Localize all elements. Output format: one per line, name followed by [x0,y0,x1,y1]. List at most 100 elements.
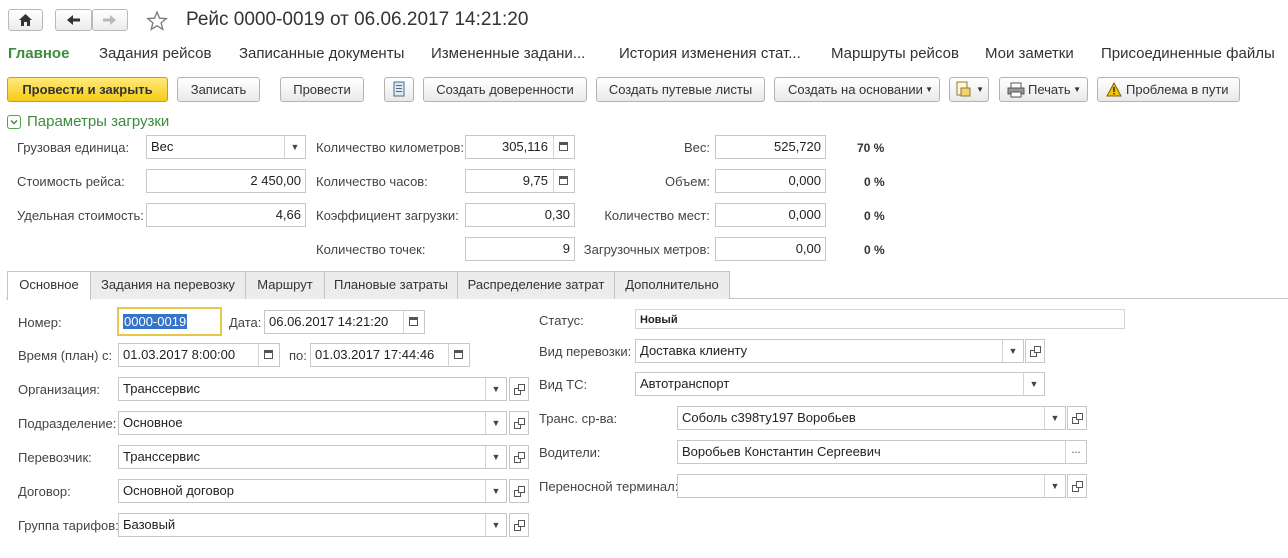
section-link-trip-routes[interactable]: Маршруты рейсов [831,45,959,62]
dropdown-arrow-icon[interactable]: ▼ [485,446,506,468]
drivers-value: Воробьев Константин Сергеевич [682,444,881,459]
calendar-icon[interactable] [258,344,279,366]
tab-main[interactable]: Основное [7,271,91,300]
points-field[interactable]: 9 [465,237,575,261]
open-carrier-button[interactable] [509,445,529,469]
load-meters-label: Загрузочных метров: [583,242,710,257]
trip-cost-field[interactable]: 2 450,00 [146,169,306,193]
section-link-changed-tasks[interactable]: Измененные задани... [431,45,585,62]
create-waybills-button[interactable]: Создать путевые листы [596,77,765,102]
vehicle-kind-label: Вид ТС: [539,377,588,392]
tab-additional[interactable]: Дополнительно [614,271,730,299]
dropdown-arrow-icon[interactable]: ▼ [1044,475,1065,497]
weight-field[interactable]: 525,720 [715,135,826,159]
section-link-status-history[interactable]: История изменения стат... [619,45,801,62]
open-department-button[interactable] [509,411,529,435]
document-list-button[interactable] [384,77,414,102]
open-tariff-group-button[interactable] [509,513,529,537]
time-from-field[interactable]: 01.03.2017 8:00:00 [118,343,280,367]
attachments-menu-button[interactable]: ▼ [949,77,989,102]
tariff-group-label: Группа тарифов: [18,518,119,533]
tab-cost-distribution[interactable]: Распределение затрат [457,271,615,299]
dropdown-arrow-icon[interactable]: ▼ [284,136,305,158]
post-button[interactable]: Провести [280,77,364,102]
cargo-unit-select[interactable]: Вес ▼ [146,135,306,159]
arrow-left-icon [67,15,80,25]
calendar-icon[interactable] [403,311,424,333]
load-meters-field[interactable]: 0,00 [715,237,826,261]
transport-kind-label: Вид перевозки: [539,344,632,359]
print-button[interactable]: Печать ▼ [999,77,1088,102]
tab-planned-costs[interactable]: Плановые затраты [324,271,458,299]
hours-field[interactable]: 9,75 [465,169,575,193]
tariff-group-select[interactable]: Базовый ▼ [118,513,507,537]
contract-value: Основной договор [123,483,234,498]
department-value: Основное [123,415,183,430]
volume-percent: 0 % [864,175,885,189]
places-field[interactable]: 0,000 [715,203,826,227]
ellipsis-icon[interactable]: ... [1065,441,1086,463]
number-field[interactable]: 0000-0019 [117,307,222,336]
create-powers-of-attorney-button[interactable]: Создать доверенности [423,77,587,102]
unit-cost-field[interactable]: 4,66 [146,203,306,227]
dropdown-arrow-icon[interactable]: ▼ [1002,340,1023,362]
home-icon [19,14,32,26]
portable-terminal-select[interactable]: ▼ [677,474,1066,498]
post-and-close-button[interactable]: Провести и закрыть [7,77,168,102]
places-percent: 0 % [864,209,885,223]
km-field[interactable]: 305,116 [465,135,575,159]
print-label: Печать [1028,82,1071,97]
calendar-icon[interactable] [448,344,469,366]
time-from-value: 01.03.2017 8:00:00 [123,347,236,362]
back-button[interactable] [55,9,92,31]
dropdown-arrow-icon[interactable]: ▼ [1044,407,1065,429]
hours-label: Количество часов: [316,174,428,189]
cargo-unit-label: Грузовая единица: [17,140,130,155]
carrier-select[interactable]: Транссервис ▼ [118,445,507,469]
dropdown-arrow-icon[interactable]: ▼ [485,514,506,536]
section-link-trip-tasks[interactable]: Задания рейсов [99,45,212,62]
contract-select[interactable]: Основной договор ▼ [118,479,507,503]
drivers-label: Водители: [539,445,601,460]
status-label: Статус: [539,313,584,328]
load-params-toggle[interactable] [7,115,21,129]
section-link-recorded-docs[interactable]: Записанные документы [239,45,404,62]
transport-kind-select[interactable]: Доставка клиенту ▼ [635,339,1024,363]
open-transport-kind-button[interactable] [1025,339,1045,363]
time-to-field[interactable]: 01.03.2017 17:44:46 [310,343,470,367]
organization-select[interactable]: Транссервис ▼ [118,377,507,401]
time-plan-label: Время (план) с: [18,348,113,363]
create-based-on-button[interactable]: Создать на основании ▼ [774,77,940,102]
dropdown-arrow-icon[interactable]: ▼ [485,378,506,400]
dropdown-arrow-icon[interactable]: ▼ [485,412,506,434]
problem-on-route-button[interactable]: Проблема в пути [1097,77,1240,102]
star-icon[interactable] [146,10,168,32]
places-label: Количество мест: [604,208,710,223]
time-to-label: по: [289,348,307,363]
section-link-attached-files[interactable]: Присоединенные файлы [1101,45,1275,62]
dropdown-arrow-icon[interactable]: ▼ [485,480,506,502]
save-button[interactable]: Записать [177,77,260,102]
drivers-field[interactable]: Воробьев Константин Сергеевич ... [677,440,1087,464]
section-link-my-notes[interactable]: Мои заметки [985,45,1074,62]
status-field: Новый [635,309,1125,329]
home-button[interactable] [8,9,43,31]
tab-transport-tasks[interactable]: Задания на перевозку [90,271,246,299]
dropdown-arrow-icon[interactable]: ▼ [1023,373,1044,395]
create-based-on-label: Создать на основании [788,82,923,97]
vehicles-select[interactable]: Соболь с398ту197 Воробьев ▼ [677,406,1066,430]
open-portable-terminal-button[interactable] [1067,474,1087,498]
section-link-main[interactable]: Главное [8,45,69,62]
tab-route[interactable]: Маршрут [245,271,325,299]
forward-button[interactable] [92,9,128,31]
department-select[interactable]: Основное ▼ [118,411,507,435]
arrow-right-icon [103,15,116,25]
open-vehicles-button[interactable] [1067,406,1087,430]
load-coef-label: Коэффициент загрузки: [316,208,459,223]
load-coef-field[interactable]: 0,30 [465,203,575,227]
vehicle-kind-select[interactable]: Автотранспорт ▼ [635,372,1045,396]
date-field[interactable]: 06.06.2017 14:21:20 [264,310,425,334]
volume-field[interactable]: 0,000 [715,169,826,193]
open-contract-button[interactable] [509,479,529,503]
open-organization-button[interactable] [509,377,529,401]
